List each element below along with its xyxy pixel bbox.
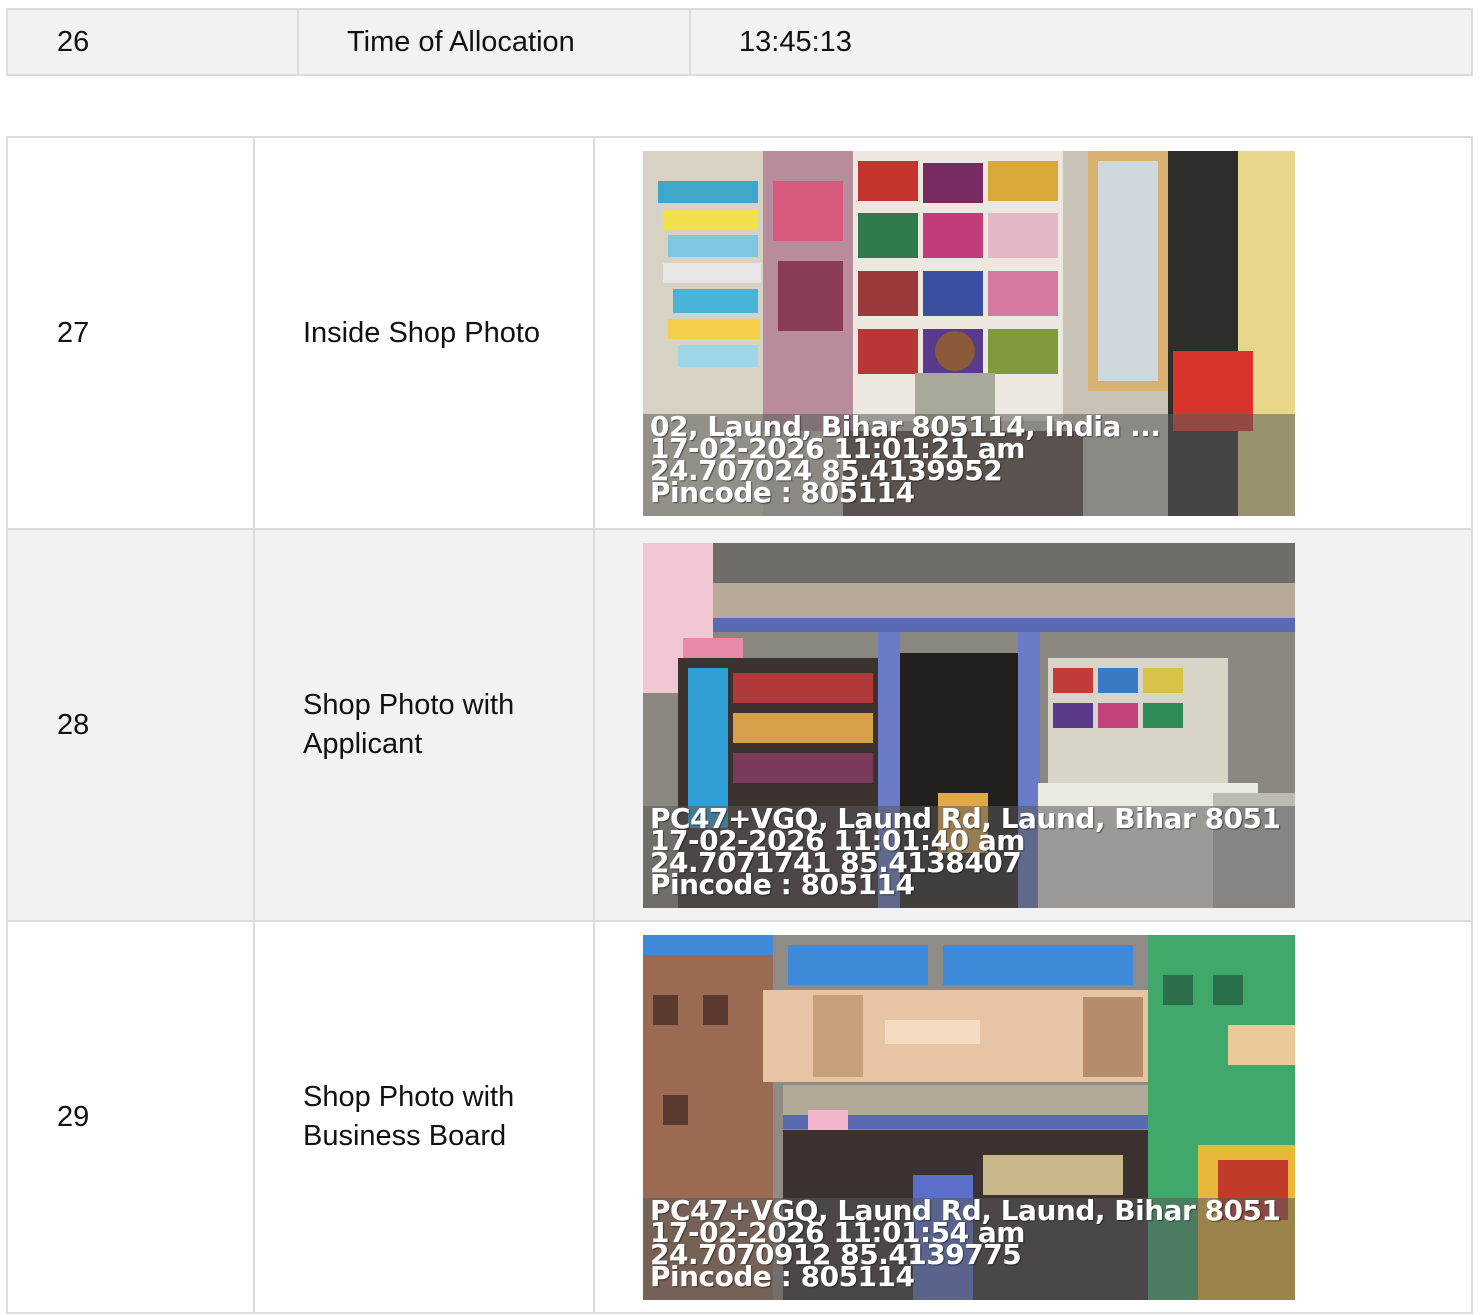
photo-geotag-overlay: PC47+VGQ, Laund Rd, Laund, Bihar 8051 17… (643, 1196, 1295, 1300)
row-label: Shop Photo with Business Board (253, 920, 595, 1314)
inside-shop-photo: 02, Laund, Bihar 805114, India ... 17-02… (643, 150, 1295, 516)
photo-geotag-overlay: 02, Laund, Bihar 805114, India ... 17-02… (643, 412, 1295, 516)
shop-photo-with-applicant: PC47+VGQ, Laund Rd, Laund, Bihar 8051 17… (643, 542, 1295, 908)
photo-table: 27 Inside Shop Photo 02, Laund, Bihar 80… (6, 136, 1473, 1314)
photo-cell: 02, Laund, Bihar 805114, India ... 17-02… (593, 136, 1473, 530)
shop-photo-with-business-board: PC47+VGQ, Laund Rd, Laund, Bihar 8051 17… (643, 934, 1295, 1300)
row-label: Shop Photo with Applicant (253, 528, 595, 922)
row-label: Inside Shop Photo (253, 136, 595, 530)
photo-cell: PC47+VGQ, Laund Rd, Laund, Bihar 8051 17… (593, 528, 1473, 922)
photo-cell: PC47+VGQ, Laund Rd, Laund, Bihar 8051 17… (593, 920, 1473, 1314)
row-label: Time of Allocation (297, 8, 691, 76)
row-number: 27 (6, 136, 255, 530)
row-number: 29 (6, 920, 255, 1314)
photo-geotag-overlay: PC47+VGQ, Laund Rd, Laund, Bihar 8051 17… (643, 804, 1295, 908)
allocation-table: 26 Time of Allocation 13:45:13 (6, 8, 1473, 76)
table-row: 27 Inside Shop Photo 02, Laund, Bihar 80… (6, 136, 1473, 530)
row-number: 26 (6, 8, 299, 76)
table-row: 26 Time of Allocation 13:45:13 (6, 8, 1473, 76)
row-value: 13:45:13 (689, 8, 1473, 76)
row-number: 28 (6, 528, 255, 922)
table-row: 28 Shop Photo with Applicant PC47+VGQ, L… (6, 528, 1473, 922)
table-row: 29 Shop Photo with Business Board PC47+V… (6, 920, 1473, 1314)
